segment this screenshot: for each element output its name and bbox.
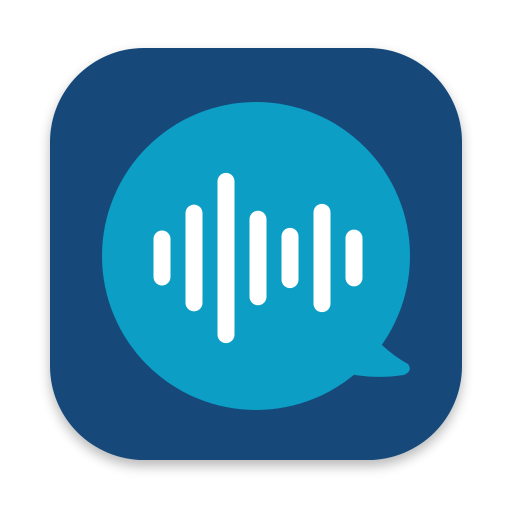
waveform-bar (249, 210, 267, 306)
app-icon (50, 48, 462, 460)
waveform-bar (281, 227, 299, 289)
waveform-bar (313, 203, 331, 313)
waveform-bar (153, 230, 171, 286)
waveform-bar (217, 172, 235, 344)
waveform-bar (345, 229, 363, 287)
app-icon-canvas (0, 0, 512, 512)
waveform-bar (185, 204, 203, 312)
